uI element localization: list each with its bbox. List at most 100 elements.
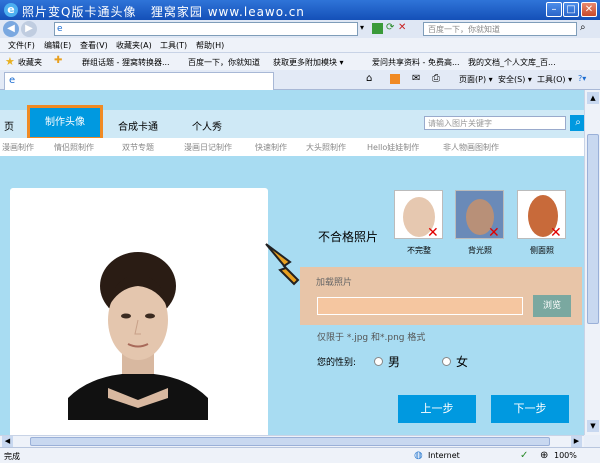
next-step-button[interactable]: 下一步	[491, 395, 569, 423]
menu-bar: 文件(F) 编辑(E) 查看(V) 收藏夹(A) 工具(T) 帮助(H)	[0, 38, 600, 52]
mail-icon[interactable]: ✉	[412, 73, 420, 84]
favorite-item[interactable]: 群组话题 - 狸窝转换器...	[82, 57, 170, 68]
scroll-down-icon[interactable]: ▼	[587, 420, 599, 432]
tab-bar: e ⌂ ✉ ⎙ 页面(P) ▾ 安全(S) ▾ 工具(O) ▾ ?▾	[0, 70, 600, 90]
scroll-up-icon[interactable]: ▲	[587, 92, 599, 104]
address-input[interactable]: e	[54, 22, 358, 36]
address-bar-row: ◀ ▶ e ▾ ⟳ ✕ 百度一下，你就知道 ⌕	[0, 20, 600, 38]
browse-button[interactable]: 浏览	[533, 295, 571, 317]
page-menu[interactable]: 页面(P) ▾	[459, 74, 493, 85]
file-path-input[interactable]	[317, 297, 523, 315]
photo-preview-card	[10, 188, 268, 435]
back-button[interactable]: ◀	[3, 21, 19, 37]
subnav-item[interactable]: 大头照制作	[306, 142, 346, 153]
minimize-button[interactable]: –	[546, 2, 562, 17]
print-icon[interactable]: ⎙	[432, 73, 440, 84]
sample-caption: 不完整	[407, 246, 431, 255]
gender-label: 您的性别:	[317, 358, 357, 368]
load-photo-panel: 加载照片 浏览	[300, 267, 582, 325]
favorites-label[interactable]: 收藏夹	[18, 57, 42, 68]
feeds-icon[interactable]	[390, 74, 400, 84]
gender-female-label[interactable]: 女	[456, 353, 468, 370]
load-photo-label: 加载照片	[316, 278, 353, 288]
reject-x-icon: ✕	[550, 225, 562, 241]
nav-tab-personal[interactable]: 个人秀	[192, 118, 222, 133]
scroll-thumb[interactable]	[587, 134, 599, 324]
menu-help[interactable]: 帮助(H)	[196, 40, 224, 51]
hscroll-thumb[interactable]	[30, 437, 550, 446]
sample-photo-backlit: ✕	[455, 190, 504, 241]
title-bar: e 照片变Q版卡通头像 狸窝家园 www.leawo.cn – □ ✕	[0, 0, 600, 20]
menu-edit[interactable]: 编辑(E)	[44, 40, 71, 51]
format-hint: 仅限于 *.jpg 和*.png 格式	[317, 333, 426, 343]
gender-female-radio[interactable]	[442, 357, 451, 366]
reject-x-icon: ✕	[427, 225, 439, 241]
highlight-box	[27, 105, 103, 140]
favorite-item[interactable]: 我的文档_个人文库_百...	[468, 57, 556, 68]
portrait-photo	[68, 248, 208, 420]
vertical-scrollbar[interactable]: ▲ ▼	[584, 90, 600, 435]
sample-caption: 背光照	[468, 246, 492, 255]
compat-view-icon[interactable]	[372, 23, 383, 34]
zoom-icon[interactable]: ⊕	[540, 450, 548, 461]
site-nav: 页 制作头像 合成卡通 个人秀 请输入图片关键字 ⌕	[0, 105, 584, 140]
subnav-item[interactable]: Hello娃娃制作	[367, 142, 419, 153]
web-page: 页 制作头像 合成卡通 个人秀 请输入图片关键字 ⌕ 漫画制作 情侣照制作 双节…	[0, 90, 584, 435]
status-text: 完成	[4, 452, 20, 461]
prev-step-button[interactable]: 上一步	[398, 395, 476, 423]
ie-logo-icon: e	[4, 3, 18, 17]
sample-photo-side: ✕	[517, 190, 566, 241]
sub-nav: 漫画制作 情侣照制作 双节专题 漫画日记制作 快速制作 大头照制作 Hello娃…	[0, 138, 584, 156]
maximize-button[interactable]: □	[563, 2, 579, 17]
subnav-item[interactable]: 漫画日记制作	[184, 142, 232, 153]
sample-photo-incomplete: ✕	[394, 190, 443, 241]
address-dropdown-icon[interactable]: ▾	[360, 23, 364, 32]
reject-x-icon: ✕	[488, 225, 500, 241]
horizontal-scrollbar[interactable]: ◀ ▶	[0, 435, 584, 447]
protected-mode-icon[interactable]: ✓	[520, 450, 528, 461]
tools-menu[interactable]: 工具(O) ▾	[537, 74, 572, 85]
site-search-button[interactable]: ⌕	[570, 115, 584, 131]
menu-view[interactable]: 查看(V)	[80, 40, 108, 51]
favorites-bar: ★ 收藏夹 ✚ 群组话题 - 狸窝转换器... 百度一下，你就知道 获取更多附加…	[0, 52, 600, 70]
subnav-item[interactable]: 快速制作	[255, 142, 287, 153]
search-input[interactable]: 百度一下，你就知道	[423, 22, 577, 36]
nav-tab-home[interactable]: 页	[4, 118, 14, 133]
favorite-item[interactable]: 爱问共享资料 - 免费高...	[372, 57, 460, 68]
subnav-item[interactable]: 双节专题	[122, 142, 154, 153]
subnav-item[interactable]: 非人物画图制作	[443, 142, 499, 153]
scroll-right-icon[interactable]: ▶	[571, 436, 582, 447]
subnav-item[interactable]: 情侣照制作	[54, 142, 94, 153]
window-title: 照片变Q版卡通头像 狸窝家园 www.leawo.cn	[22, 5, 305, 19]
bad-photos-title: 不合格照片	[318, 230, 379, 244]
scroll-left-icon[interactable]: ◀	[2, 436, 13, 447]
site-search-input[interactable]: 请输入图片关键字	[424, 116, 566, 130]
refresh-icon[interactable]: ⟳	[386, 22, 394, 33]
browser-tab[interactable]: e	[4, 72, 274, 90]
arrow-pointer-icon	[265, 243, 300, 286]
zoom-level[interactable]: 100%	[554, 451, 577, 460]
subnav-item[interactable]: 漫画制作	[2, 142, 34, 153]
safety-menu[interactable]: 安全(S) ▾	[498, 74, 532, 85]
nav-tab-cartoon[interactable]: 合成卡通	[118, 118, 158, 133]
close-button[interactable]: ✕	[581, 2, 597, 17]
home-icon[interactable]: ⌂	[366, 73, 372, 84]
sample-caption: 侧面照	[530, 246, 554, 255]
menu-tools[interactable]: 工具(T)	[160, 40, 187, 51]
favorites-star-icon[interactable]: ★	[5, 55, 15, 68]
forward-button[interactable]: ▶	[21, 21, 37, 37]
gender-male-radio[interactable]	[374, 357, 383, 366]
stop-icon[interactable]: ✕	[398, 22, 406, 33]
help-menu[interactable]: ?▾	[578, 74, 586, 83]
gender-male-label[interactable]: 男	[388, 353, 400, 370]
page-icon: e	[57, 24, 63, 34]
tab-page-icon: e	[9, 75, 16, 86]
favorite-item[interactable]: 百度一下，你就知道	[188, 57, 260, 68]
status-bar: 完成 ◍ Internet ✓ ⊕ 100%	[0, 447, 600, 463]
search-icon[interactable]: ⌕	[580, 22, 586, 33]
menu-favorites[interactable]: 收藏夹(A)	[116, 40, 152, 51]
add-favorite-icon[interactable]: ✚	[54, 55, 62, 66]
globe-icon: ◍	[414, 450, 423, 461]
favorite-item[interactable]: 获取更多附加模块 ▾	[273, 57, 344, 68]
menu-file[interactable]: 文件(F)	[8, 40, 35, 51]
